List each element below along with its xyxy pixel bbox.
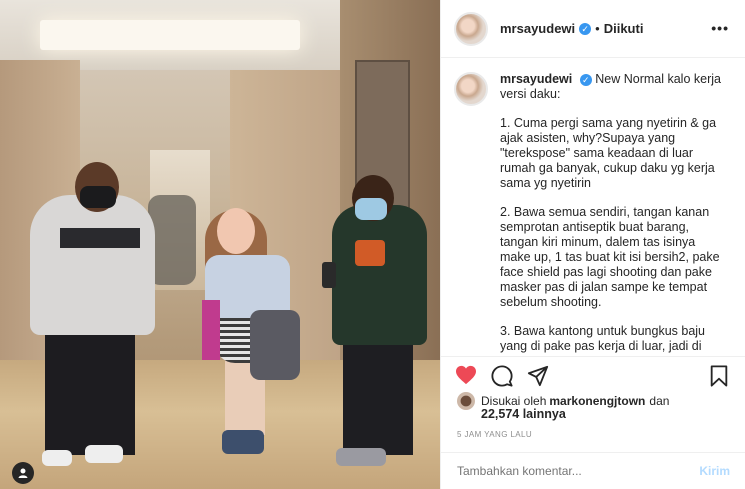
caption-paragraph: 1. Cuma pergi sama yang nyetirin & ga aj… — [500, 116, 717, 190]
person-left-hoodie — [30, 195, 155, 335]
avatar[interactable] — [454, 72, 488, 106]
person-left-hoodie-print — [60, 228, 140, 248]
comment-input[interactable] — [457, 464, 700, 478]
post-sidebar: mrsayudewi ✓ • Diikuti ••• mrsayudewi ✓ … — [440, 0, 745, 489]
bookmark-icon[interactable] — [709, 365, 729, 392]
person-center-head — [217, 208, 255, 254]
caption-paragraph: 2. Bawa semua sendiri, tangan kanan semp… — [500, 205, 720, 309]
person-right-jacket — [332, 205, 427, 345]
background-people — [148, 195, 196, 285]
person-right-drink — [322, 262, 336, 288]
person-right-mask — [355, 198, 387, 220]
caption: mrsayudewi ✓ New Normal kalo kerja versi… — [441, 58, 745, 356]
follow-status[interactable]: Diikuti — [604, 21, 644, 36]
person-left-shoe — [42, 450, 72, 466]
caption-text: mrsayudewi ✓ New Normal kalo kerja versi… — [500, 72, 727, 354]
avatar[interactable] — [454, 11, 488, 46]
person-right-jacket-print — [355, 240, 385, 266]
separator-dot: • — [595, 21, 600, 36]
more-icon[interactable]: ••• — [711, 20, 729, 36]
liked-by-prefix: Disukai oleh — [481, 394, 547, 408]
heart-icon[interactable] — [455, 365, 477, 390]
person-center-pouch — [202, 300, 220, 360]
post-time[interactable]: 5 JAM YANG LALU — [457, 430, 532, 439]
caption-paragraph: 3. Bawa kantong untuk bungkus baju yang … — [500, 324, 706, 353]
likes-count[interactable]: 22,574 lainnya — [481, 407, 566, 421]
liked-by-user[interactable]: markonengjtown — [549, 394, 645, 408]
caption-username[interactable]: mrsayudewi — [500, 72, 572, 86]
share-icon[interactable] — [527, 365, 549, 392]
liked-by-and: dan — [649, 394, 670, 408]
person-center-bag — [250, 310, 300, 380]
avatar[interactable] — [457, 392, 475, 410]
comment-icon[interactable] — [491, 365, 513, 392]
verified-icon: ✓ — [579, 73, 592, 86]
header-username[interactable]: mrsayudewi — [500, 21, 575, 36]
person-right-legs — [343, 335, 413, 455]
action-bar — [441, 356, 745, 396]
comment-bar: Kirim — [441, 452, 745, 489]
post-photo[interactable] — [0, 0, 440, 489]
post-header: mrsayudewi ✓ • Diikuti ••• — [441, 0, 745, 58]
user-tag-icon[interactable] — [12, 462, 34, 484]
ceiling-light — [40, 20, 300, 50]
person-left-shoe — [85, 445, 123, 463]
person-left-legs — [45, 330, 135, 455]
person-center-shoe — [222, 430, 264, 454]
post-button[interactable]: Kirim — [699, 464, 730, 478]
person-left-mask — [80, 186, 116, 208]
verified-icon: ✓ — [579, 22, 592, 35]
person-right-shoe — [336, 448, 386, 466]
